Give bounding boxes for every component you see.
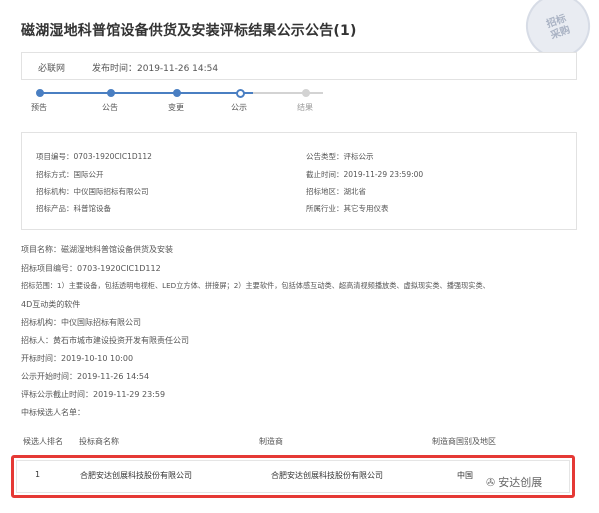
body-public-start: 公示开始时间：2019-11-26 14:54 [21, 372, 150, 381]
body-scope: 招标范围：1）主要设备，包括透明电视柜、LED立方体、拼接屏；2）主要软件，包括… [21, 281, 490, 290]
body-candidates: 中标候选人名单： [21, 408, 85, 417]
step-label-1[interactable]: 预告 [19, 102, 59, 113]
body-scope-cont: 4D互动类的软件 [21, 300, 81, 309]
step-dot-2 [107, 89, 115, 97]
col-bidder: 投标商名称 [79, 437, 119, 446]
step-label-5[interactable]: 结果 [285, 102, 325, 113]
col-maker: 制造商 [259, 437, 283, 446]
step-dot-1 [36, 89, 44, 97]
body-project-no: 招标项目编号：0703-1920CIC1D112 [21, 264, 161, 273]
body-tenderer: 招标人：黄石市城市建设投资开发有限责任公司 [21, 336, 189, 345]
info-product: 招标产品：科普馆设备 [36, 204, 111, 213]
info-region: 招标地区：湖北省 [306, 187, 366, 196]
progress-steps: 预告 公告 变更 公示 结果 [21, 84, 575, 124]
row-bidder: 合肥安达创展科技股份有限公司 [80, 471, 192, 480]
info-agency: 招标机构：中仪国际招标有限公司 [36, 187, 149, 196]
row-country: 中国 [457, 471, 473, 480]
meta-bar: 必联网 发布时间：2019-11-26 14:54 [21, 52, 577, 80]
body-public-end: 评标公示截止时间：2019-11-29 23:59 [21, 390, 166, 399]
wechat-icon: ✇ [486, 476, 496, 489]
step-line-todo [253, 92, 323, 94]
info-project-no: 项目编号：0703-1920CIC1D112 [36, 152, 152, 161]
body-project-name: 项目名称：磁湖湿地科普馆设备供货及安装 [21, 245, 173, 254]
page-title: 磁湖湿地科普馆设备供货及安装评标结果公示公告(1) [21, 23, 357, 39]
col-country: 制造商国别及地区 [432, 437, 496, 446]
step-label-3[interactable]: 变更 [156, 102, 196, 113]
table-header: 候选人排名 投标商名称 制造商 制造商国别及地区 [14, 434, 576, 448]
step-label-4[interactable]: 公示 [219, 102, 259, 113]
watermark-text: 安达创展 [498, 476, 543, 489]
info-industry: 所属行业：其它专用仪表 [306, 204, 389, 213]
row-rank: 1 [35, 470, 41, 479]
info-box: 项目编号：0703-1920CIC1D112 招标方式：国际公开 招标机构：中仪… [21, 132, 577, 230]
info-type: 公告类型：评标公示 [306, 152, 374, 161]
body-agency: 招标机构：中仪国际招标有限公司 [21, 318, 141, 327]
step-dot-3 [173, 89, 181, 97]
step-dot-4 [236, 89, 245, 98]
col-rank: 候选人排名 [23, 437, 63, 446]
watermark: ✇ 安达创展 [486, 474, 542, 490]
info-deadline: 截止时间：2019-11-29 23:59:00 [306, 170, 424, 179]
row-maker: 合肥安达创展科技股份有限公司 [271, 471, 383, 480]
info-method: 招标方式：国际公开 [36, 170, 104, 179]
step-line-done [39, 92, 253, 94]
step-dot-5 [302, 89, 310, 97]
publish-time: 发布时间：2019-11-26 14:54 [92, 64, 219, 74]
body-open-time: 开标时间：2019-10-10 10:00 [21, 354, 134, 363]
source-label: 必联网 [38, 64, 66, 74]
step-label-2[interactable]: 公告 [90, 102, 130, 113]
